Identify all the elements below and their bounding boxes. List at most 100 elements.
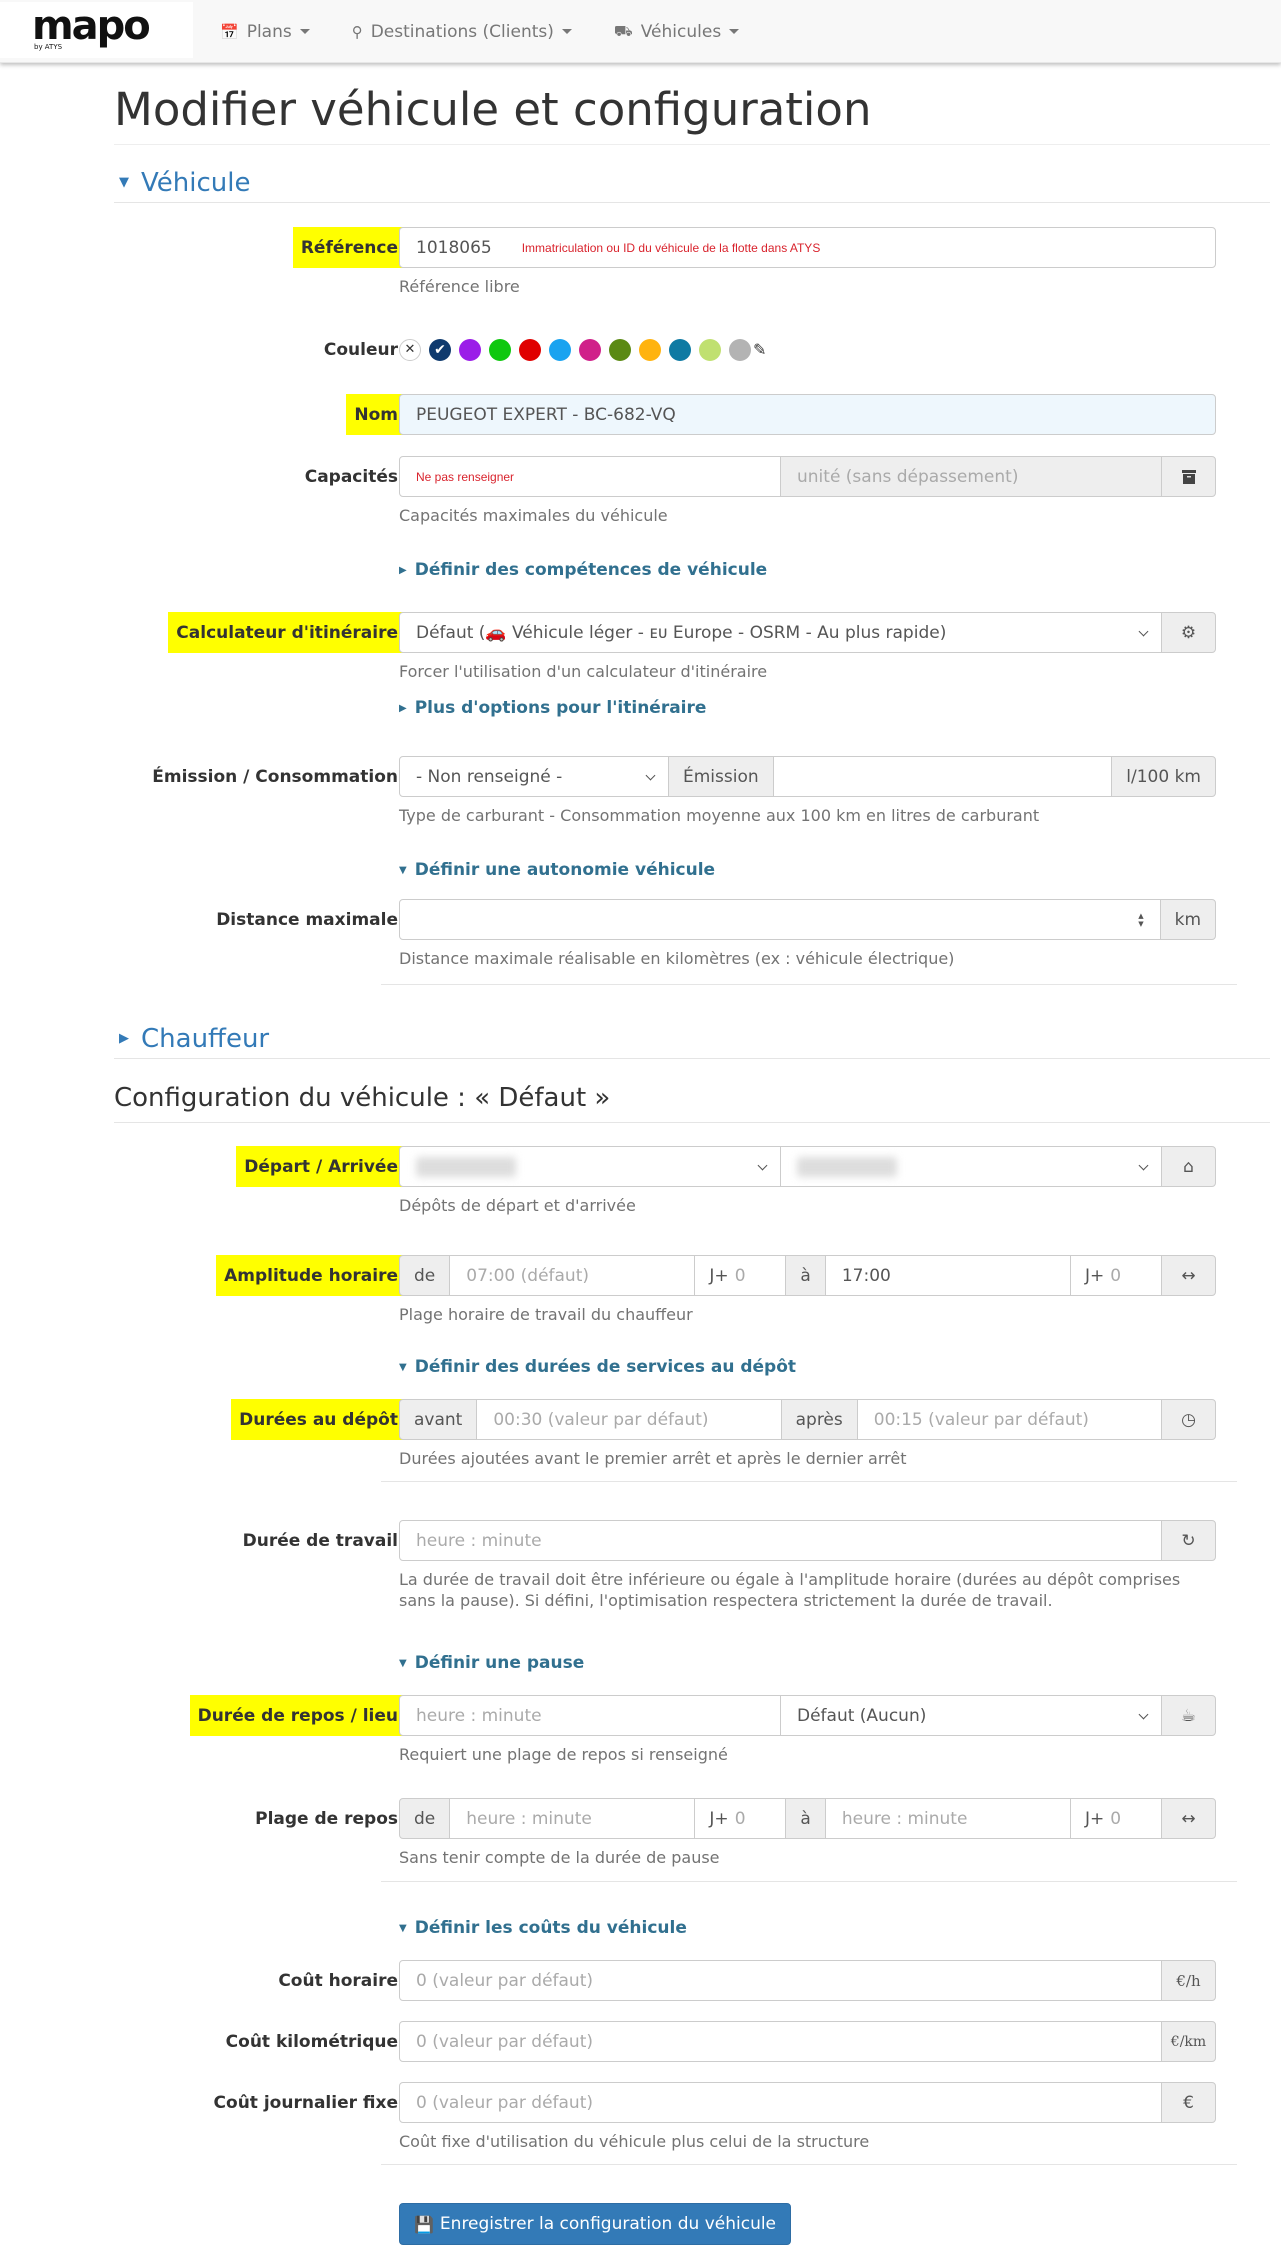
consumption-input[interactable] [772,756,1113,797]
arrival-depot-select[interactable] [780,1146,1162,1187]
nav-plans[interactable]: 📅 Plans [220,22,310,42]
cost-fixed-input[interactable]: 0 (valeur par défaut) [399,2082,1162,2123]
time-to-value: 17:00 [841,1265,891,1286]
config-title: Configuration du véhicule : « Défaut » [114,1083,1270,1123]
triangle-right-icon: ▶ [119,1031,129,1046]
color-swatch-none[interactable]: ✕ [399,338,421,361]
time-to-day-input[interactable]: J+ 0 [1070,1255,1163,1296]
section-vehicle-toggle[interactable]: ▼ Véhicule [114,163,1270,203]
truck-icon: ⛟ [613,21,633,40]
service-before-input[interactable]: 00:30 (valeur par défaut) [476,1399,782,1440]
max-distance-help: Distance maximale réalisable en kilomètr… [399,949,955,968]
router-options-link[interactable]: ▶ Plus d'options pour l'itinéraire [399,698,706,718]
nav-vehicles[interactable]: ⛟ Véhicules [613,21,740,42]
nav-destinations[interactable]: ⚲ Destinations (Clients) [352,22,572,42]
fuel-value: - Non renseigné - [416,766,563,787]
autonomy-link[interactable]: ▼ Définir une autonomie véhicule [399,860,715,880]
skills-link[interactable]: ▶ Définir des compétences de véhicule [399,560,767,580]
color-swatch[interactable] [669,338,691,361]
spinner-icon[interactable]: ▲ ▼ [1138,912,1143,928]
to-addon: à [785,1255,826,1296]
day-offset-label: J+ [709,1265,729,1286]
emission-addon: Émission [668,756,774,797]
page-title: Modifier véhicule et configuration [114,63,1270,145]
color-swatch[interactable] [579,338,601,361]
color-swatch[interactable] [459,338,481,361]
color-swatch[interactable] [699,338,721,361]
work-duration-label: Durée de travail [242,1530,398,1551]
service-after-input[interactable]: 00:15 (valeur par défaut) [856,1399,1163,1440]
rest-to-input[interactable]: heure : minute [824,1798,1072,1839]
gear-icon[interactable]: ⚙ [1161,612,1216,653]
blurred-value [416,1156,516,1177]
time-to-input[interactable]: 17:00 [824,1255,1072,1296]
rest-from-day-input[interactable]: J+ 0 [694,1798,787,1839]
capacities-label: Capacités [304,466,398,487]
resize-horizontal-icon[interactable]: ↔ [1161,1798,1217,1839]
emission-label: Émission / Consommation [152,766,398,787]
cost-km-input[interactable]: 0 (valeur par défaut) [399,2021,1162,2062]
cost-km-label: Coût kilométrique [225,2031,398,2052]
color-swatch[interactable] [639,338,661,361]
rest-to-day-input[interactable]: J+ 0 [1070,1798,1163,1839]
color-swatch[interactable] [489,338,511,361]
resize-horizontal-icon[interactable]: ↔ [1161,1255,1217,1296]
fuel-select[interactable]: - Non renseigné - [399,756,669,797]
paint-brush-icon[interactable]: ✎ [753,340,766,359]
color-swatch[interactable] [729,338,751,361]
max-distance-input[interactable]: ▲ ▼ [399,899,1161,940]
departure-depot-select[interactable] [399,1146,781,1187]
day-offset-label: J+ [1085,1265,1105,1286]
capacity-unit-placeholder: unité (sans dépassement) [797,466,1019,487]
caret-down-icon [561,29,572,34]
save-configuration-button[interactable]: 💾 Enregistrer la configuration du véhicu… [399,2203,792,2245]
rest-to-placeholder: heure : minute [841,1808,968,1829]
brand-subtitle: by ATYS [34,43,63,51]
nav-plans-label: Plans [246,21,292,42]
router-label: Calculateur d'itinéraire [168,612,406,653]
coffee-icon[interactable]: ☕ [1161,1695,1216,1736]
refresh-icon[interactable]: ↻ [1161,1520,1216,1561]
work-duration-input[interactable]: heure : minute [399,1520,1162,1561]
clock-icon[interactable]: ◷ [1161,1399,1217,1440]
depots-help: Dépôts de départ et d'arrivée [399,1196,636,1215]
navbar: mapo by ATYS 📅 Plans ⚲ Destinations (Cli… [0,0,1281,63]
capacity-input[interactable]: Ne pas renseigner [399,456,781,497]
section-driver-toggle[interactable]: ▶ Chauffeur [114,1019,1270,1059]
divider [381,1881,1237,1882]
brand-logo[interactable]: mapo by ATYS [0,2,193,58]
home-icon[interactable]: ⌂ [1161,1146,1216,1187]
color-swatch-selected[interactable]: ✔ [429,338,451,361]
time-from-input[interactable]: 07:00 (défaut) [449,1255,696,1296]
day-offset-placeholder: 0 [734,1808,746,1829]
cost-hour-input[interactable]: 0 (valeur par défaut) [399,1960,1162,2001]
rest-from-input[interactable]: heure : minute [449,1798,696,1839]
pause-link[interactable]: ▼ Définir une pause [399,1653,584,1673]
rest-duration-input[interactable]: heure : minute [399,1695,781,1736]
rest-window-label: Plage de repos [255,1808,398,1829]
time-window-help: Plage horaire de travail du chauffeur [399,1305,693,1324]
before-addon: avant [399,1399,478,1440]
cost-fixed-unit: € [1161,2082,1216,2123]
color-swatch[interactable] [519,338,541,361]
rest-place-select[interactable]: Défaut (Aucun) [780,1695,1162,1736]
nav-destinations-label: Destinations (Clients) [370,21,554,42]
divider [381,1481,1237,1482]
cost-hour-unit: €/h [1161,1960,1216,2001]
time-window-label: Amplitude horaire [216,1255,406,1296]
section-driver-title: Chauffeur [141,1023,270,1054]
caret-down-icon [729,29,740,34]
router-select[interactable]: Défaut (🚗 Véhicule léger - ᴇᴜ Europe - O… [399,612,1162,653]
costs-link[interactable]: ▼ Définir les coûts du véhicule [399,1918,687,1938]
service-link[interactable]: ▼ Définir des durées de services au dépô… [399,1357,796,1377]
archive-box-icon[interactable] [1161,456,1216,497]
name-input[interactable]: PEUGEOT EXPERT - BC-682-VQ [399,394,1216,435]
time-from-day-input[interactable]: J+ 0 [694,1255,787,1296]
color-swatch[interactable] [609,338,631,361]
capacities-help: Capacités maximales du véhicule [399,506,668,525]
name-label: Nom [346,394,406,435]
divider [381,984,1237,985]
reference-input[interactable]: 1018065 Immatriculation ou ID du véhicul… [399,227,1216,268]
name-value: PEUGEOT EXPERT - BC-682-VQ [416,404,676,425]
color-swatch[interactable] [549,338,571,361]
